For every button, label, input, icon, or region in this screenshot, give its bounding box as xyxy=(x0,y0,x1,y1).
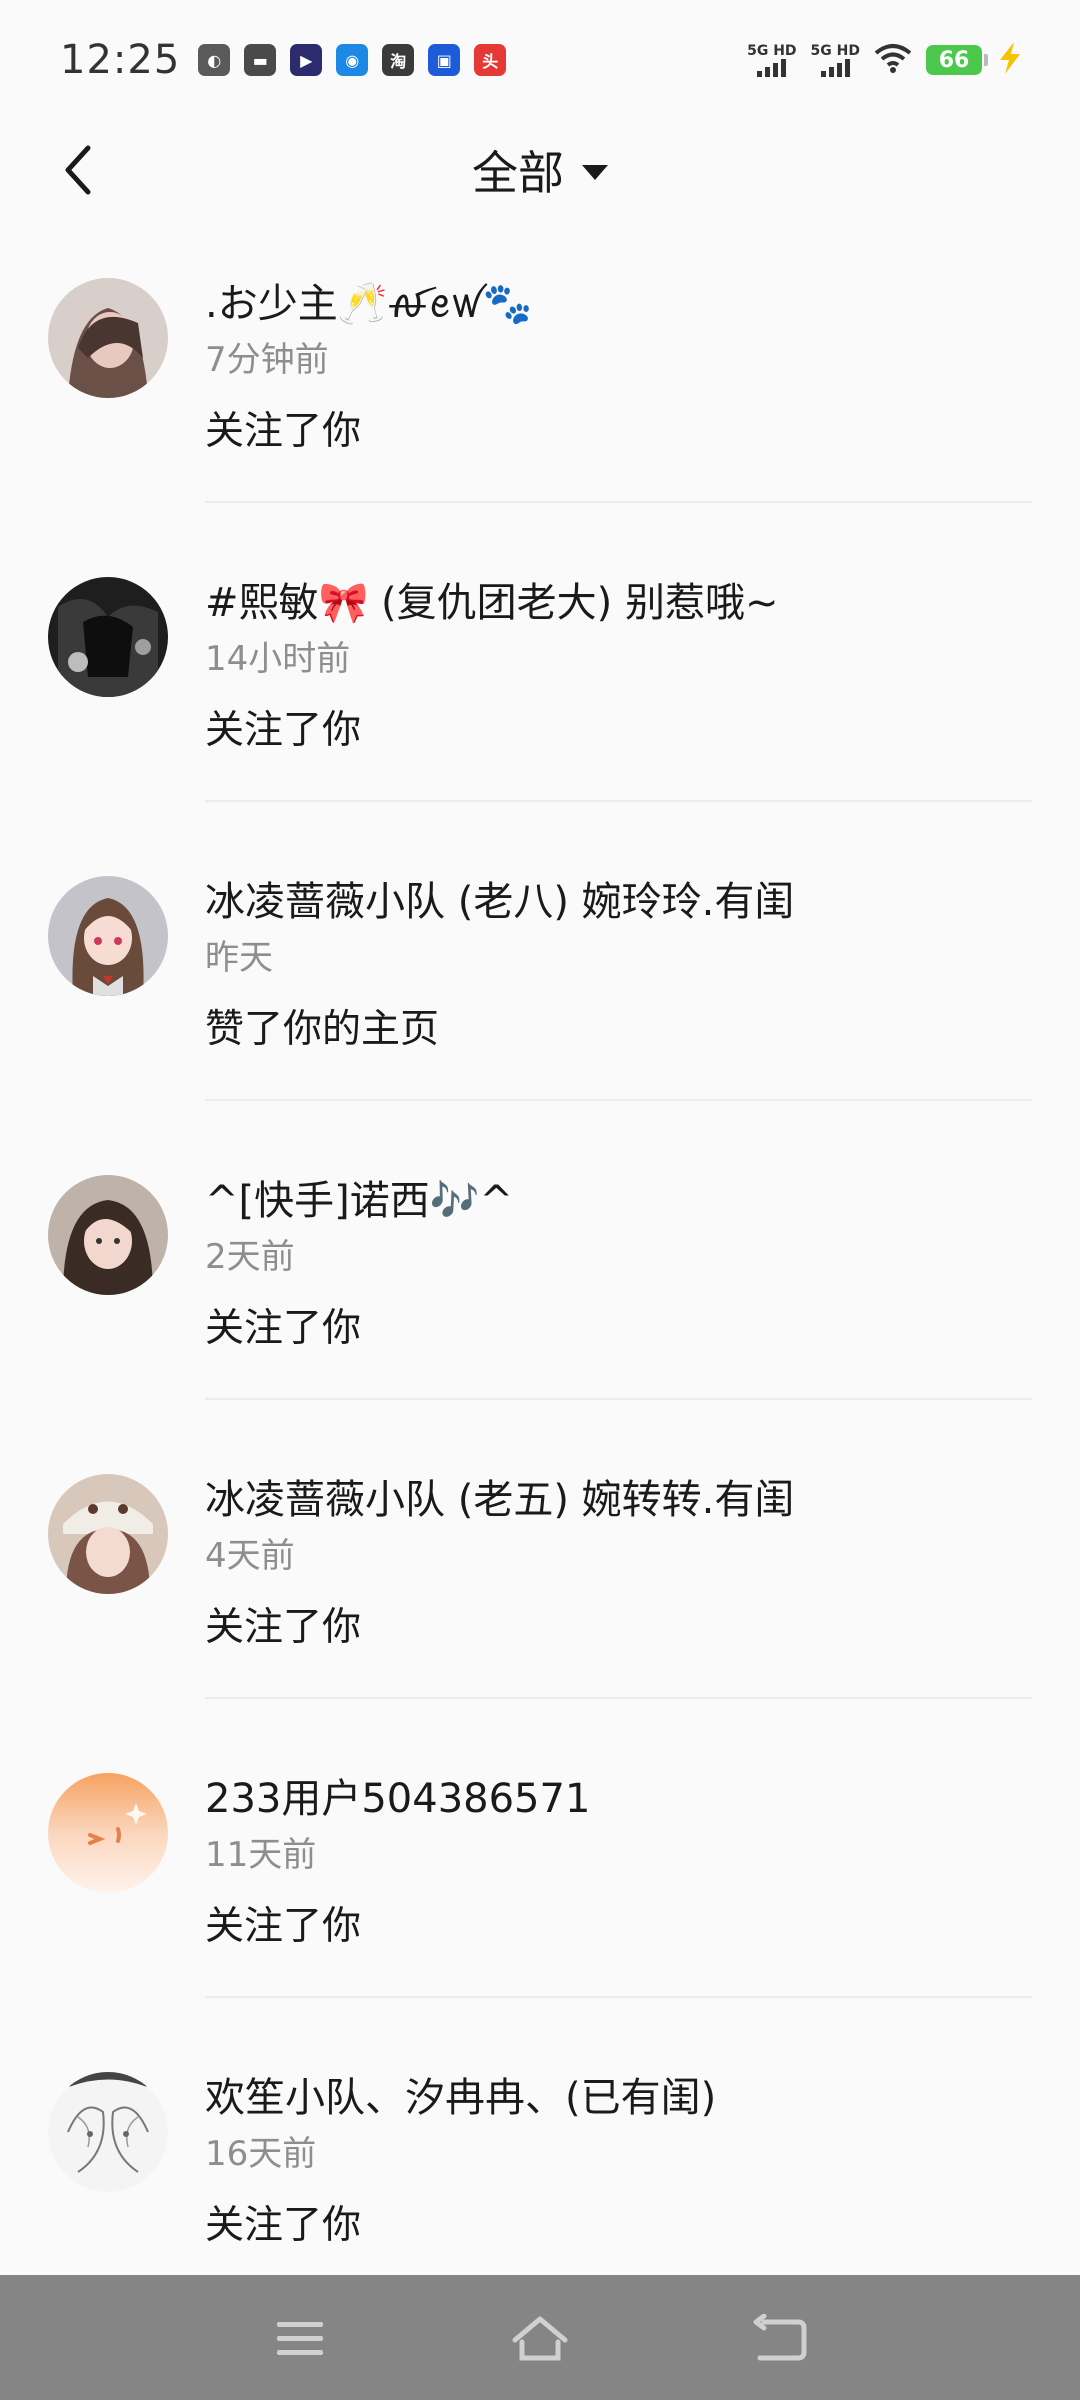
item-content: 欢笙小队、汐冉冉、(已有闺) 16天前 关注了你 xyxy=(205,2054,1035,2254)
wifi-icon xyxy=(874,43,912,77)
signal-icon: 5G HD xyxy=(747,43,797,77)
user-name[interactable]: #熙敏🎀 (复仇团老大) 别惹哦~ xyxy=(205,575,1035,631)
back-nav-button[interactable] xyxy=(748,2307,812,2371)
back-button[interactable] xyxy=(48,140,108,200)
signal-label: 5G HD xyxy=(747,43,797,59)
item-content: ^[快手]诺西🎶^ 2天前 关注了你 xyxy=(205,1157,1035,1357)
action-text: 关注了你 xyxy=(205,708,362,753)
user-name[interactable]: 冰凌蔷薇小队 (老五) 婉转转.有闺 xyxy=(205,1472,1035,1528)
list-item[interactable]: #熙敏🎀 (复仇团老大) 别惹哦~ 14小时前 关注了你 xyxy=(0,559,1080,858)
back-icon xyxy=(753,2314,807,2361)
item-content: 冰凌蔷薇小队 (老五) 婉转转.有闺 4天前 关注了你 xyxy=(205,1456,1035,1656)
home-icon xyxy=(512,2316,568,2361)
battery-icon: 66 xyxy=(926,45,988,75)
menu-button[interactable] xyxy=(268,2307,332,2371)
divider xyxy=(205,501,1032,503)
timestamp: 14小时前 xyxy=(205,639,351,679)
charging-icon xyxy=(996,42,1024,78)
user-name[interactable]: .お少主🥂ꫛꫀꪝ🐾 xyxy=(205,276,1035,332)
item-content: .お少主🥂ꫛꫀꪝ🐾 7分钟前 关注了你 xyxy=(205,260,1035,460)
avatar[interactable] xyxy=(48,1474,168,1594)
status-time: 12:25 xyxy=(60,37,181,83)
timestamp: 昨天 xyxy=(205,938,273,978)
list-item[interactable]: ^[快手]诺西🎶^ 2天前 关注了你 xyxy=(0,1157,1080,1456)
user-name[interactable]: ^[快手]诺西🎶^ xyxy=(205,1173,1035,1229)
home-button[interactable] xyxy=(508,2307,572,2371)
timestamp: 4天前 xyxy=(205,1536,295,1576)
status-bar: 12:25 ◐ ▬ ▶ ◉ 淘 ▣ 头 5G HD 5G HD 66 xyxy=(0,0,1080,120)
action-text: 关注了你 xyxy=(205,1605,362,1650)
taobao-icon: 淘 xyxy=(382,44,415,76)
notification-list: .お少主🥂ꫛꫀꪝ🐾 7分钟前 关注了你 #熙敏🎀 (复仇团老大) 别惹哦~ 14… xyxy=(0,260,1080,2353)
avatar[interactable] xyxy=(48,1773,168,1893)
app-icon: ▬ xyxy=(244,44,277,76)
action-text: 关注了你 xyxy=(205,1306,362,1351)
avatar[interactable] xyxy=(48,1175,168,1295)
avatar[interactable] xyxy=(48,278,168,398)
avatar[interactable] xyxy=(48,577,168,697)
caret-down-icon xyxy=(582,164,608,180)
divider xyxy=(205,1099,1032,1101)
filter-label: 全部 xyxy=(472,146,564,200)
signal-label: 5G HD xyxy=(810,43,860,59)
notification-icons: ◐ ▬ ▶ ◉ 淘 ▣ 头 xyxy=(198,44,507,76)
user-name[interactable]: 233用户504386571 xyxy=(205,1771,1035,1827)
divider xyxy=(205,1996,1032,1998)
action-text: 关注了你 xyxy=(205,1904,362,1949)
app-icon: ◉ xyxy=(336,44,369,76)
avatar[interactable] xyxy=(48,2072,168,2192)
divider xyxy=(205,1697,1032,1699)
item-content: 233用户504386571 11天前 关注了你 xyxy=(205,1755,1035,1955)
chevron-left-icon xyxy=(65,145,91,195)
timestamp: 7分钟前 xyxy=(205,340,329,380)
battery-level: 66 xyxy=(938,47,970,73)
menu-icon xyxy=(277,2322,323,2355)
system-nav-bar xyxy=(0,2275,1080,2400)
item-content: 冰凌蔷薇小队 (老八) 婉玲玲.有闺 昨天 赞了你的主页 xyxy=(205,858,1035,1058)
divider xyxy=(205,800,1032,802)
divider xyxy=(205,1398,1032,1400)
toutiao-icon: 头 xyxy=(474,44,507,76)
timestamp: 2天前 xyxy=(205,1237,295,1277)
list-item[interactable]: 冰凌蔷薇小队 (老五) 婉转转.有闺 4天前 关注了你 xyxy=(0,1456,1080,1755)
app-icon: ▣ xyxy=(428,44,461,76)
signal-icon: 5G HD xyxy=(811,43,860,77)
action-text: 赞了你的主页 xyxy=(205,1007,440,1052)
list-item[interactable]: .お少主🥂ꫛꫀꪝ🐾 7分钟前 关注了你 xyxy=(0,260,1080,559)
timestamp: 11天前 xyxy=(205,1835,317,1875)
app-icon: ◐ xyxy=(198,44,231,76)
timestamp: 16天前 xyxy=(205,2134,317,2174)
list-item[interactable]: 冰凌蔷薇小队 (老八) 婉玲玲.有闺 昨天 赞了你的主页 xyxy=(0,858,1080,1157)
user-name[interactable]: 欢笙小队、汐冉冉、(已有闺) xyxy=(205,2070,1035,2126)
action-text: 关注了你 xyxy=(205,2203,362,2248)
avatar[interactable] xyxy=(48,876,168,996)
item-content: #熙敏🎀 (复仇团老大) 别惹哦~ 14小时前 关注了你 xyxy=(205,559,1035,759)
user-name[interactable]: 冰凌蔷薇小队 (老八) 婉玲玲.有闺 xyxy=(205,874,1035,930)
status-right: 5G HD 5G HD 66 xyxy=(747,42,1024,78)
app-icon: ▶ xyxy=(290,44,323,76)
list-item[interactable]: 233用户504386571 11天前 关注了你 xyxy=(0,1755,1080,2054)
filter-dropdown[interactable]: 全部 xyxy=(472,134,608,206)
header: 全部 xyxy=(0,120,1080,220)
action-text: 关注了你 xyxy=(205,409,362,454)
